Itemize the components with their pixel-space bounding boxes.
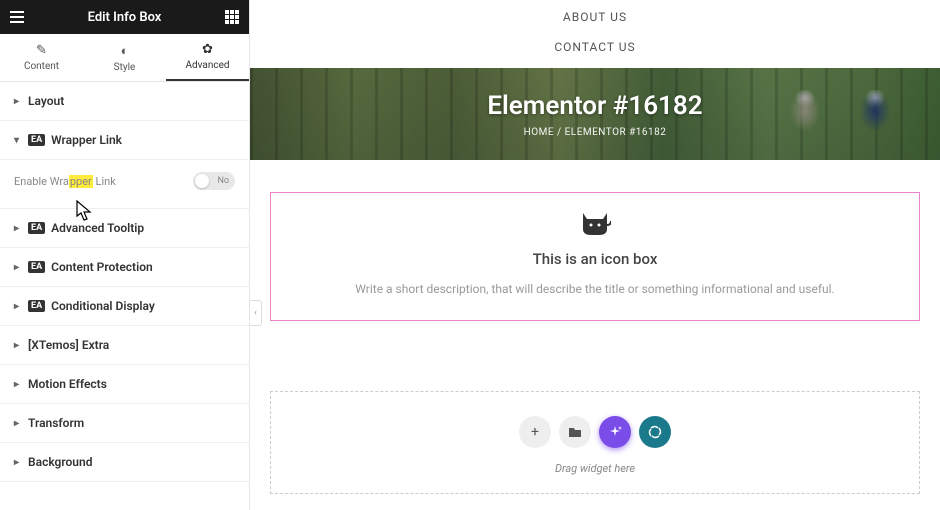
section-label: Motion Effects [28,377,107,391]
tab-style[interactable]: ◐ Style [83,34,166,81]
tab-label: Content [24,61,59,72]
page-hero: Elementor #16182 HOME / ELEMENTOR #16182 [250,68,940,160]
section-advanced-tooltip[interactable]: ▸ EA Advanced Tooltip [0,209,249,248]
section-conditional-display[interactable]: ▸ EA Conditional Display [0,287,249,326]
nav-link-about[interactable]: ABOUT US [250,2,940,32]
section-label: Background [28,455,92,469]
section-background[interactable]: ▸ Background [0,443,249,482]
section-label: Wrapper Link [51,133,122,147]
breadcrumb: HOME / ELEMENTOR #16182 [524,127,667,138]
hero-image-decoration [850,90,900,160]
info-box-title: This is an icon box [301,250,889,268]
site-nav: ABOUT US CONTACT US [250,0,940,62]
section-wrapper-link[interactable]: ▾ EA Wrapper Link [0,121,249,160]
section-label: [XTemos] Extra [28,338,109,352]
cat-icon [301,211,889,244]
panel-scroll[interactable]: ▸ Layout ▾ EA Wrapper Link Enable Wrappe… [0,82,249,510]
breadcrumb-current: ELEMENTOR #16182 [565,127,667,138]
breadcrumb-separator: / [557,127,562,138]
section-label: Layout [28,94,64,108]
dropzone-label: Drag widget here [271,462,919,475]
tab-label: Advanced [185,60,229,71]
chevron-right-icon: ▸ [14,418,22,429]
control-enable-wrapper-link: Enable Wrapper Link No [14,172,235,190]
ea-badge: EA [28,261,45,273]
section-transform[interactable]: ▸ Transform [0,404,249,443]
template-library-button[interactable] [559,416,591,448]
section-wrapper-link-content: Enable Wrapper Link No [0,160,249,209]
chevron-right-icon: ▸ [14,457,22,468]
section-label: Transform [28,416,84,430]
ea-badge: EA [28,222,45,234]
editor-canvas: ‹ ABOUT US CONTACT US Elementor #16182 H… [250,0,940,510]
pencil-icon: ✎ [36,43,47,58]
ai-button[interactable] [599,416,631,448]
widgets-grid-icon[interactable] [225,10,239,24]
chevron-right-icon: ▸ [14,223,22,234]
joomla-button[interactable] [639,416,671,448]
sidebar-header: Edit Info Box [0,0,249,34]
chevron-right-icon: ▸ [14,301,22,312]
add-widget-buttons: + [271,416,919,448]
toggle-enable-wrapper-link[interactable]: No [193,172,235,190]
joomla-icon [648,425,662,439]
contrast-icon: ◐ [121,43,129,59]
chevron-right-icon: ▸ [14,340,22,351]
section-label: Content Protection [51,260,153,274]
chevron-right-icon: ▸ [14,262,22,273]
gear-icon: ✿ [202,42,213,57]
collapse-sidebar-button[interactable]: ‹ [250,300,262,326]
breadcrumb-home[interactable]: HOME [524,127,554,138]
add-section-button[interactable]: + [519,416,551,448]
nav-link-contact[interactable]: CONTACT US [250,32,940,62]
chevron-right-icon: ▸ [14,379,22,390]
hero-image-decoration [780,90,830,160]
info-box-description: Write a short description, that will des… [301,282,889,296]
section-content-protection[interactable]: ▸ EA Content Protection [0,248,249,287]
chevron-right-icon: ▸ [14,96,22,107]
control-label: Enable Wrapper Link [14,175,116,188]
empty-section-dropzone[interactable]: + Drag widget here [270,391,920,494]
section-label: Conditional Display [51,299,155,313]
section-xtemos-extra[interactable]: ▸ [XTemos] Extra [0,326,249,365]
elementor-sidebar: Edit Info Box ✎ Content ◐ Style ✿ Advanc… [0,0,250,510]
tab-content[interactable]: ✎ Content [0,34,83,81]
ea-badge: EA [28,300,45,312]
info-box-widget[interactable]: This is an icon box Write a short descri… [270,192,920,321]
tab-label: Style [114,62,136,73]
section-label: Advanced Tooltip [51,221,144,235]
tab-advanced[interactable]: ✿ Advanced [166,34,249,81]
ea-badge: EA [28,134,45,146]
sparkle-icon [607,424,623,440]
menu-icon[interactable] [10,11,24,23]
page-title: Elementor #16182 [487,91,702,121]
section-motion-effects[interactable]: ▸ Motion Effects [0,365,249,404]
chevron-down-icon: ▾ [14,135,22,146]
folder-icon [568,426,582,438]
section-layout[interactable]: ▸ Layout [0,82,249,121]
panel-title: Edit Info Box [88,10,162,25]
panel-tabs: ✎ Content ◐ Style ✿ Advanced [0,34,249,82]
